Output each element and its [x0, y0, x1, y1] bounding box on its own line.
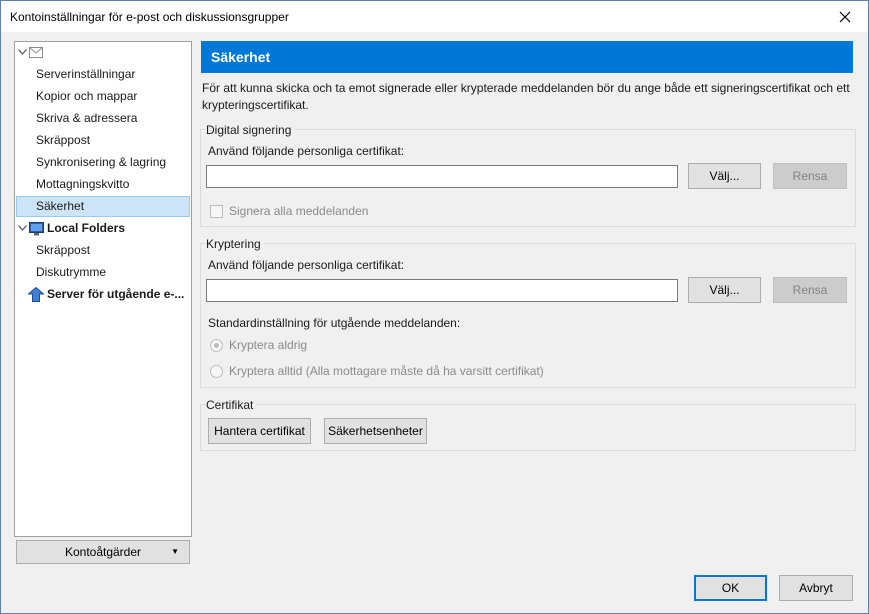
tree-item-copies-folders[interactable]: Kopior och mappar: [16, 86, 190, 107]
tree-item-composition[interactable]: Skriva & adressera: [16, 108, 190, 129]
sign-all-label: Signera alla meddelanden: [229, 204, 369, 218]
sign-all-checkbox[interactable]: [210, 205, 223, 218]
encryption-cert-label: Använd följande personliga certifikat:: [208, 258, 405, 272]
tree-item-return-receipts[interactable]: Mottagningskvitto: [16, 174, 190, 195]
tree-item-junk[interactable]: Skräppost: [16, 130, 190, 151]
radio-dot: [214, 343, 219, 348]
encryption-choose-label: Välj...: [709, 283, 740, 297]
tree-item-label: Skriva & adressera: [36, 111, 138, 125]
account-actions-label: Kontoåtgärder: [64, 545, 142, 559]
account-tree: Serverinställningar Kopior och mappar Sk…: [14, 41, 192, 537]
computer-icon: [29, 222, 44, 236]
tree-item-label: Synkronisering & lagring: [36, 155, 167, 169]
security-devices-label: Säkerhetsenheter: [328, 424, 423, 438]
tree-item-label: Diskutrymme: [36, 265, 107, 279]
encryption-cert-field[interactable]: [206, 279, 678, 302]
tree-item-label: Mottagningskvitto: [36, 177, 130, 191]
signing-clear-button[interactable]: Rensa: [773, 163, 847, 189]
outgoing-server-icon: [28, 287, 44, 302]
cancel-label: Avbryt: [799, 581, 833, 595]
encryption-choose-button[interactable]: Välj...: [688, 277, 761, 303]
tree-item-sync-storage[interactable]: Synkronisering & lagring: [16, 152, 190, 173]
tree-item-label: Skräppost: [36, 243, 91, 257]
encryption-clear-label: Rensa: [792, 283, 828, 297]
signing-choose-button[interactable]: Välj...: [688, 163, 761, 189]
tree-item-label: Local Folders: [47, 221, 126, 235]
encrypt-never-label: Kryptera aldrig: [229, 338, 308, 352]
tree-item-mail-account[interactable]: [16, 42, 190, 63]
tree-item-label: Säkerhet: [36, 199, 85, 213]
page-title: Säkerhet: [201, 41, 853, 73]
encrypt-always-radio[interactable]: [210, 365, 223, 378]
ok-label: OK: [721, 581, 740, 595]
close-icon: [839, 11, 851, 22]
title-bar: Kontoinställningar för e-post och diskus…: [1, 1, 868, 32]
tree-item-local-junk[interactable]: Skräppost: [16, 240, 190, 261]
tree-item-local-folders[interactable]: Local Folders: [16, 218, 190, 239]
close-button[interactable]: [822, 1, 868, 32]
encrypt-never-radio[interactable]: [210, 339, 223, 352]
manage-certificates-label: Hantera certifikat: [214, 424, 305, 438]
certificates-legend: Certifikat: [206, 398, 257, 412]
security-description: För att kunna skicka och ta emot signera…: [202, 81, 850, 112]
dropdown-arrow-icon: ▼: [171, 547, 179, 556]
signing-cert-label: Använd följande personliga certifikat:: [208, 144, 405, 158]
account-settings-window: Kontoinställningar för e-post och diskus…: [0, 0, 869, 614]
mail-icon: [29, 47, 43, 58]
tree-item-security[interactable]: Säkerhet: [16, 196, 190, 217]
default-outgoing-label: Standardinställning för utgående meddela…: [208, 316, 461, 330]
tree-item-label: Skräppost: [36, 133, 91, 147]
ok-button[interactable]: OK: [694, 575, 767, 601]
manage-certificates-button[interactable]: Hantera certifikat: [208, 418, 311, 444]
tree-item-outgoing-server[interactable]: Server för utgående e-...: [16, 284, 190, 305]
signing-clear-label: Rensa: [792, 169, 828, 183]
tree-item-label: Kopior och mappar: [36, 89, 138, 103]
tree-item-label: Serverinställningar: [36, 67, 136, 81]
signing-legend: Digital signering: [206, 123, 295, 137]
tree-item-disk-space[interactable]: Diskutrymme: [16, 262, 190, 283]
chevron-down-icon[interactable]: [18, 49, 27, 55]
chevron-down-icon[interactable]: [18, 225, 27, 231]
tree-item-server-settings[interactable]: Serverinställningar: [16, 64, 190, 85]
signing-cert-field[interactable]: [206, 165, 678, 188]
tree-item-label: Server för utgående e-...: [47, 287, 185, 301]
account-actions-button[interactable]: Kontoåtgärder ▼: [16, 540, 190, 564]
encryption-legend: Kryptering: [206, 237, 264, 251]
encryption-clear-button[interactable]: Rensa: [773, 277, 847, 303]
signing-choose-label: Välj...: [709, 169, 740, 183]
window-title: Kontoinställningar för e-post och diskus…: [10, 10, 289, 24]
cancel-button[interactable]: Avbryt: [779, 575, 853, 601]
encrypt-always-label: Kryptera alltid (Alla mottagare måste då…: [229, 364, 544, 378]
security-devices-button[interactable]: Säkerhetsenheter: [324, 418, 427, 444]
